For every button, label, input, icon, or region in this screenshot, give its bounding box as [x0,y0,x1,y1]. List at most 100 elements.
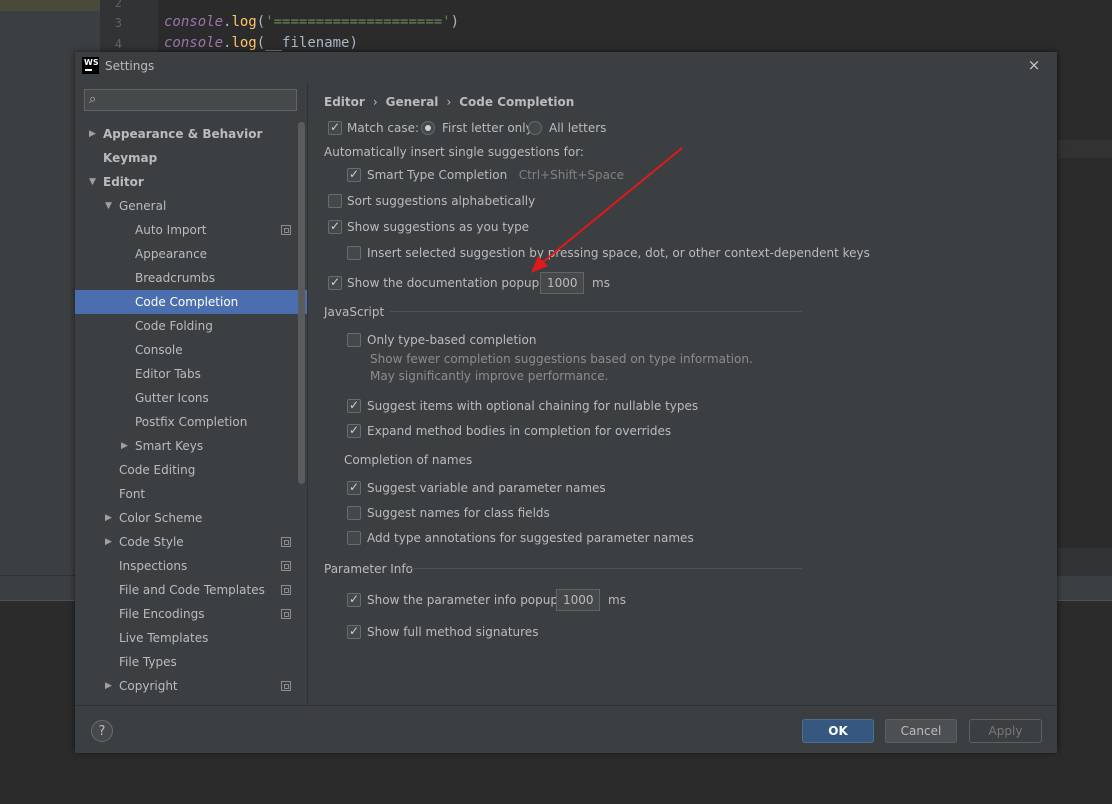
tree-item-general[interactable]: General [119,194,166,218]
tree-item-inspections[interactable]: Inspections [119,554,187,578]
tree-item-code-folding[interactable]: Code Folding [135,314,213,338]
doc-popup-label: Show the documentation popup in [347,276,554,290]
only-type-label: Only type-based completion [367,333,537,347]
show-as-type-label: Show suggestions as you type [347,220,530,234]
tree-item-font[interactable]: Font [119,482,145,506]
param-popup-delay-field[interactable]: 1000 [556,589,600,611]
type-annotations-label: Add type annotations for suggested param… [367,531,694,545]
search-icon: ⌕ [89,92,97,107]
first-letter-radio[interactable] [421,121,435,135]
tree-item-color-scheme[interactable]: Color Scheme [119,506,202,530]
tree-item-postfix-completion[interactable]: Postfix Completion [135,410,247,434]
tree-item-smart-keys[interactable]: Smart Keys [135,434,203,458]
project-scope-icon [281,681,291,691]
shortcut-hint: Ctrl+Shift+Space [518,168,624,182]
tree-item-file-and-code-templates[interactable]: File and Code Templates [119,578,265,602]
tree-item-code-style[interactable]: Code Style [119,530,184,554]
breadcrumb-item: General [385,95,439,109]
tree-item-file-types[interactable]: File Types [119,650,177,674]
tree-item-console[interactable]: Console [135,338,183,362]
type-annotations-checkbox[interactable] [347,531,361,545]
webstorm-logo-icon: WS [82,57,99,74]
chevron-right-icon[interactable]: ▶ [105,530,115,554]
doc-popup-delay-field[interactable]: 1000 [540,272,584,294]
settings-dialog: WS Settings × ⌕ Appearance & Behavior ▶ Ke… [75,52,1057,753]
all-letters-radio[interactable] [528,121,542,135]
chevron-right-icon[interactable]: ▶ [121,434,131,458]
match-case-checkbox[interactable] [328,120,342,135]
settings-search-input[interactable]: ⌕ [84,89,297,111]
insert-selected-checkbox[interactable] [347,246,361,260]
tree-item-appearance[interactable]: Appearance [135,242,207,266]
sort-alpha-checkbox[interactable] [328,194,342,208]
param-popup-label: Show the parameter info popup in [367,593,573,607]
close-icon[interactable]: × [1025,56,1043,74]
chevron-right-icon[interactable]: ▶ [89,122,99,146]
optional-chaining-checkbox[interactable] [347,398,361,413]
breadcrumb-separator: › [446,95,452,109]
chevron-down-icon[interactable]: ▼ [105,194,115,218]
cancel-button[interactable]: Cancel [885,719,957,743]
all-letters-label: All letters [549,121,607,135]
project-scope-icon [281,537,291,547]
project-scope-icon [281,225,291,235]
param-popup-unit: ms [608,593,626,607]
tree-item-keymap[interactable]: Keymap [103,146,157,170]
tree-item-code-completion[interactable]: Code Completion [135,290,238,314]
smart-type-checkbox[interactable] [347,167,361,182]
chevron-right-icon[interactable]: ▶ [105,506,115,530]
class-fields-checkbox[interactable] [347,506,361,520]
project-scope-icon [281,585,291,595]
param-popup-checkbox[interactable] [347,592,361,607]
apply-button[interactable]: Apply [969,719,1042,743]
optional-chaining-label: Suggest items with optional chaining for… [367,399,699,413]
section-divider [408,568,802,569]
doc-popup-unit: ms [592,276,610,290]
breadcrumb-item: Editor [324,95,365,109]
code-line: console.log('====================') [164,14,460,30]
completion-names-title: Completion of names [344,453,473,467]
insert-selected-label: Insert selected suggestion by pressing s… [367,246,870,260]
ok-button[interactable]: OK [802,719,874,743]
only-type-description: Show fewer completion suggestions based … [370,352,753,383]
editor-gutter-row [1058,548,1112,575]
section-divider [390,311,802,312]
expand-method-label: Expand method bodies in completion for o… [367,424,672,438]
tree-item-appearance-behavior[interactable]: Appearance & Behavior [103,122,262,146]
line-number: 4 [114,37,122,51]
project-scope-icon [281,561,291,571]
full-signatures-checkbox[interactable] [347,624,361,639]
breadcrumb-item: Code Completion [459,95,575,109]
chevron-down-icon[interactable]: ▼ [89,170,99,194]
tree-item-editor[interactable]: Editor [103,170,144,194]
sort-alpha-label: Sort suggestions alphabetically [347,194,536,208]
dialog-title: Settings [105,59,155,73]
help-button[interactable]: ? [91,720,113,742]
var-names-label: Suggest variable and parameter names [367,481,606,495]
doc-popup-checkbox[interactable] [328,275,342,290]
javascript-section-title: JavaScript [324,305,385,319]
breadcrumb-separator: › [372,95,378,109]
tree-item-file-encodings[interactable]: File Encodings [119,602,204,626]
dialog-footer: ? OK Cancel Apply [75,705,1057,753]
line-number: 2 [114,0,122,10]
tree-item-breadcrumbs[interactable]: Breadcrumbs [135,266,215,290]
code-line: console.log(__filename) [164,35,358,51]
expand-method-checkbox[interactable] [347,423,361,438]
chevron-right-icon[interactable]: ▶ [105,674,115,698]
match-case-label: Match case: [347,121,420,135]
show-as-type-checkbox[interactable] [328,219,342,234]
tree-item-live-templates[interactable]: Live Templates [119,626,208,650]
tree-item-gutter-icons[interactable]: Gutter Icons [135,386,209,410]
first-letter-label: First letter only [442,121,533,135]
tree-item-copyright[interactable]: Copyright [119,674,178,698]
tree-scrollbar[interactable] [298,122,305,484]
parameter-info-section-title: Parameter Info [324,562,413,576]
tree-item-code-editing[interactable]: Code Editing [119,458,195,482]
tree-item-auto-import[interactable]: Auto Import [135,218,207,242]
project-scope-icon [281,609,291,619]
smart-type-label: Smart Type Completion Ctrl+Shift+Space [367,168,624,182]
tree-item-editor-tabs[interactable]: Editor Tabs [135,362,201,386]
only-type-checkbox[interactable] [347,333,361,347]
var-names-checkbox[interactable] [347,480,361,495]
